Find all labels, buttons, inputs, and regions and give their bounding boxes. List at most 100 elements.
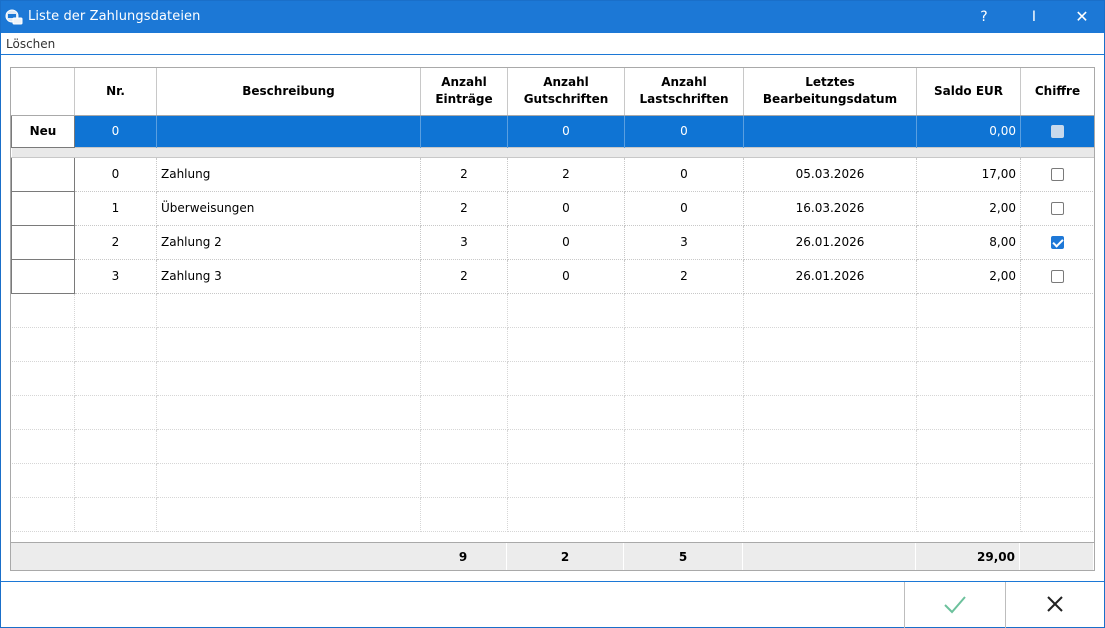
cell-eintraege[interactable]: 2 xyxy=(420,259,508,294)
cell-chiffre[interactable] xyxy=(1020,157,1094,192)
cell-lastschriften[interactable]: 2 xyxy=(624,259,744,294)
cell-beschreibung[interactable]: Zahlung xyxy=(156,157,421,192)
header-text: Bearbeitungsdatum xyxy=(762,92,898,107)
empty-cell xyxy=(507,361,625,396)
cell-gutschriften[interactable]: 0 xyxy=(507,259,625,294)
cell-lastschriften[interactable]: 3 xyxy=(624,225,744,260)
empty-cell xyxy=(74,293,157,328)
cell-eintraege[interactable]: 2 xyxy=(420,191,508,226)
cell-saldo[interactable]: 2,00 xyxy=(916,191,1021,226)
empty-cell xyxy=(156,293,421,328)
cell-saldo[interactable]: 17,00 xyxy=(916,157,1021,192)
cell-chiffre[interactable] xyxy=(1020,225,1094,260)
cell-gutschriften[interactable]: 2 xyxy=(507,157,625,192)
row-header-corner-header[interactable] xyxy=(11,68,75,116)
col-anzahl-eintraege-header[interactable]: Anzahl Einträge xyxy=(420,68,508,116)
table-row[interactable]: 2 Zahlung 2 3 0 3 26.01.2026 8,00 xyxy=(11,224,1094,260)
empty-cell xyxy=(420,293,508,328)
row-header[interactable] xyxy=(11,190,75,226)
menu-item-loeschen[interactable]: Löschen xyxy=(6,37,55,51)
cell-datum[interactable] xyxy=(743,115,917,147)
header-text: Anzahl xyxy=(661,75,707,90)
cell-nr[interactable]: 1 xyxy=(74,191,157,226)
table-row[interactable]: 0 Zahlung 2 2 0 05.03.2026 17,00 xyxy=(11,156,1094,192)
empty-cell xyxy=(420,429,508,464)
help-button[interactable]: ? xyxy=(961,1,1007,33)
table-row[interactable]: 3 Zahlung 3 2 0 2 26.01.2026 2,00 xyxy=(11,258,1094,294)
ok-button[interactable] xyxy=(904,582,1004,628)
cell-chiffre[interactable] xyxy=(1020,259,1094,294)
header-text: Anzahl xyxy=(543,75,589,90)
cell-lastschriften[interactable]: 0 xyxy=(624,191,744,226)
chiffre-checkbox[interactable] xyxy=(1051,270,1064,283)
cell-gutschriften[interactable]: 0 xyxy=(507,115,625,147)
table-row[interactable]: 1 Überweisungen 2 0 0 16.03.2026 2,00 xyxy=(11,190,1094,226)
col-beschreibung-header[interactable]: Beschreibung xyxy=(156,68,421,116)
header-text: Nr. xyxy=(106,83,125,98)
header-text: Chiffre xyxy=(1034,83,1081,98)
empty-cell xyxy=(916,395,1021,430)
cell-nr[interactable]: 0 xyxy=(74,115,157,147)
col-chiffre-header[interactable]: Chiffre xyxy=(1020,68,1094,116)
cell-beschreibung[interactable] xyxy=(156,115,421,147)
cell-nr[interactable]: 0 xyxy=(74,157,157,192)
empty-cell xyxy=(156,497,421,532)
cell-datum[interactable]: 05.03.2026 xyxy=(743,157,917,192)
close-icon xyxy=(1047,596,1063,612)
cell-gutschriften[interactable]: 0 xyxy=(507,191,625,226)
cell-datum[interactable]: 16.03.2026 xyxy=(743,191,917,226)
cell-eintraege[interactable]: 3 xyxy=(420,225,508,260)
cell-chiffre[interactable] xyxy=(1020,191,1094,226)
col-anzahl-lastschriften-header[interactable]: Anzahl Lastschriften xyxy=(624,68,744,116)
chiffre-checkbox[interactable] xyxy=(1051,168,1064,181)
cell-saldo[interactable]: 8,00 xyxy=(916,225,1021,260)
col-saldo-eur-header[interactable]: Saldo EUR xyxy=(916,68,1021,116)
new-entry-row[interactable]: Neu 0 0 0 0,00 xyxy=(11,114,1094,148)
button-bar xyxy=(1,581,1105,628)
row-header[interactable] xyxy=(11,224,75,260)
cell-beschreibung[interactable]: Überweisungen xyxy=(156,191,421,226)
cancel-button[interactable] xyxy=(1005,582,1105,628)
empty-row xyxy=(11,327,1094,362)
cell-datum[interactable]: 26.01.2026 xyxy=(743,259,917,294)
cell-chiffre[interactable] xyxy=(1020,115,1094,147)
empty-cell xyxy=(916,497,1021,532)
footer-cell xyxy=(11,543,74,570)
cell-datum[interactable]: 26.01.2026 xyxy=(743,225,917,260)
empty-cell xyxy=(507,463,625,498)
total-gutschriften: 2 xyxy=(507,543,624,570)
col-anzahl-gutschriften-header[interactable]: Anzahl Gutschriften xyxy=(507,68,625,116)
chiffre-checkbox[interactable] xyxy=(1051,202,1064,215)
cell-saldo[interactable]: 2,00 xyxy=(916,259,1021,294)
empty-cell xyxy=(743,429,917,464)
chiffre-checkbox[interactable] xyxy=(1051,125,1064,138)
total-eintraege: 9 xyxy=(420,543,507,570)
chiffre-checkbox[interactable] xyxy=(1051,236,1064,249)
cell-gutschriften[interactable]: 0 xyxy=(507,225,625,260)
empty-cell xyxy=(624,463,744,498)
cell-beschreibung[interactable]: Zahlung 2 xyxy=(156,225,421,260)
column-header-row: Nr. Beschreibung Anzahl Einträge Anzahl Gutsc… xyxy=(11,68,1094,116)
col-nr-header[interactable]: Nr. xyxy=(74,68,157,116)
empty-cell xyxy=(1020,463,1094,498)
footer-cell xyxy=(74,543,156,570)
empty-cell xyxy=(156,463,421,498)
col-letztes-bearbeitungsdatum-header[interactable]: Letztes Bearbeitungsdatum xyxy=(743,68,917,116)
cell-eintraege[interactable] xyxy=(420,115,508,147)
empty-cell xyxy=(156,429,421,464)
pin-button[interactable]: I xyxy=(1011,1,1057,33)
cell-nr[interactable]: 3 xyxy=(74,259,157,294)
empty-cell xyxy=(916,293,1021,328)
cell-saldo[interactable]: 0,00 xyxy=(916,115,1021,147)
cell-nr[interactable]: 2 xyxy=(74,225,157,260)
cell-lastschriften[interactable]: 0 xyxy=(624,115,744,147)
empty-cell xyxy=(1020,293,1094,328)
empty-cell xyxy=(11,463,75,498)
cell-beschreibung[interactable]: Zahlung 3 xyxy=(156,259,421,294)
new-row-header[interactable]: Neu xyxy=(11,114,75,148)
window-close-button[interactable]: ✕ xyxy=(1059,1,1105,33)
row-header[interactable] xyxy=(11,258,75,294)
cell-eintraege[interactable]: 2 xyxy=(420,157,508,192)
cell-lastschriften[interactable]: 0 xyxy=(624,157,744,192)
row-header[interactable] xyxy=(11,156,75,192)
